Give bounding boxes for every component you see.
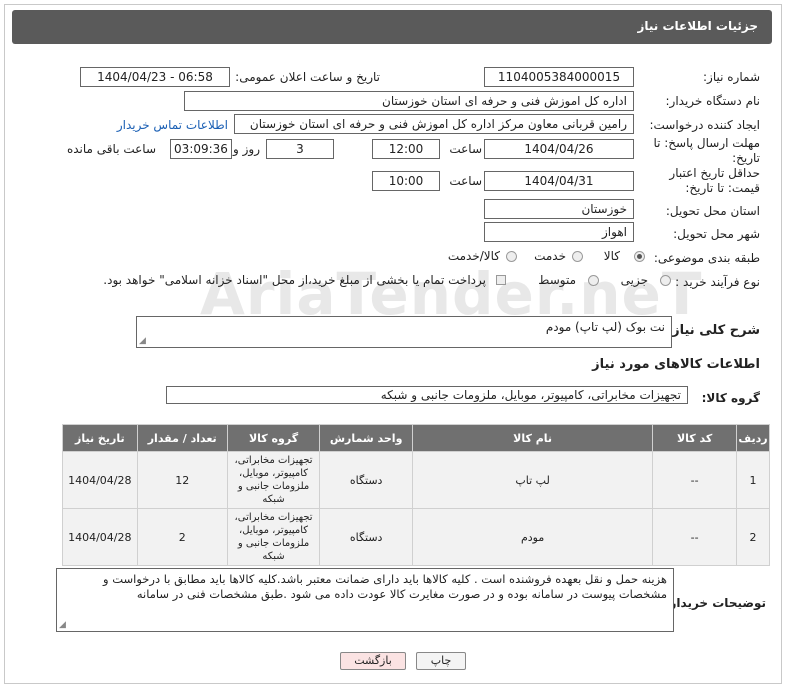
category-option-goods: کالا <box>603 249 620 263</box>
remaining-time-field: 03:09:36 <box>170 139 232 159</box>
col-code: کد کالا <box>652 424 738 452</box>
goods-info-title: اطلاعات کالاهای مورد نیاز <box>592 357 760 372</box>
price-valid-time-label: ساعت <box>449 174 482 188</box>
province-label: استان محل تحویل: <box>665 204 760 218</box>
category-radio-goods-service[interactable] <box>506 251 517 262</box>
buyer-notes-label: توضیحات خریدار: <box>664 596 766 610</box>
resize-handle-icon: ◢ <box>59 620 66 630</box>
price-valid-label: حداقل تاریخ اعتبار قیمت: تا تاریخ: <box>669 166 760 195</box>
need-number-field: 1104005384000015 <box>484 67 634 87</box>
cell-row: 2 <box>736 508 770 566</box>
city-field: اهواز <box>484 222 634 242</box>
print-button[interactable]: چاپ <box>416 652 466 670</box>
col-unit: واحد شمارش <box>319 424 413 452</box>
cell-group: تجهیزات مخابراتی، کامپیوتر، موبایل، ملزو… <box>226 451 321 509</box>
col-group: گروه کالا <box>226 424 321 452</box>
cell-code: -- <box>652 508 738 566</box>
process-radio-minor[interactable] <box>660 275 671 286</box>
cell-group: تجهیزات مخابراتی، کامپیوتر، موبایل، ملزو… <box>226 508 321 566</box>
buyer-notes-field[interactable]: هزینه حمل و نقل بعهده فروشنده است . کلیه… <box>56 568 674 632</box>
category-radio-goods[interactable] <box>634 251 645 262</box>
description-label: شرح کلی نیاز: <box>666 323 760 338</box>
announce-field: 1404/04/23 - 06:58 <box>80 67 230 87</box>
buyer-field: اداره کل اموزش فنی و حرفه ای استان خوزست… <box>184 91 634 111</box>
goods-table-header: ردیف کد کالا نام کالا واحد شمارش گروه کا… <box>62 424 770 452</box>
cell-unit: دستگاه <box>319 451 413 509</box>
col-name: نام کالا <box>411 424 654 452</box>
cell-row: 1 <box>736 451 770 509</box>
resize-handle-icon: ◢ <box>139 336 146 346</box>
deadline-time-label: ساعت <box>449 142 482 156</box>
cell-date: 1404/04/28 <box>62 508 138 566</box>
table-row: 1 -- لپ تاپ دستگاه تجهیزات مخابراتی، کام… <box>62 451 770 509</box>
cell-qty: 2 <box>136 508 228 566</box>
days-label: روز و <box>233 142 260 156</box>
page-title: جزئیات اطلاعات نیاز <box>637 19 758 33</box>
process-label: نوع فرآیند خرید : <box>675 275 760 289</box>
category-radio-service[interactable] <box>572 251 583 262</box>
col-date: تاریخ نیاز <box>62 424 138 452</box>
contact-buyer-link[interactable]: اطلاعات تماس خریدار <box>117 118 228 132</box>
treasury-payment-checkbox[interactable] <box>496 275 506 285</box>
deadline-time-field: 12:00 <box>372 139 440 159</box>
creator-field: رامین قربانی معاون مرکز اداره کل اموزش ف… <box>234 114 634 134</box>
category-label: طبقه بندی موضوعی: <box>653 251 760 265</box>
goods-group-field: تجهیزات مخابراتی، کامپیوتر، موبایل، ملزو… <box>166 386 688 404</box>
announce-label: تاریخ و ساعت اعلان عمومی: <box>235 70 380 84</box>
col-row: ردیف <box>736 424 770 452</box>
table-row: 2 -- مودم دستگاه تجهیزات مخابراتی، کامپی… <box>62 508 770 566</box>
deadline-label: مهلت ارسال پاسخ: تا تاریخ: <box>653 136 760 165</box>
cell-qty: 12 <box>136 451 228 509</box>
days-field: 3 <box>266 139 334 159</box>
buyer-label: نام دستگاه خریدار: <box>665 94 761 108</box>
category-option-goods-service: کالا/خدمت <box>447 249 500 263</box>
remaining-label: ساعت باقی مانده <box>66 142 156 156</box>
creator-label: ایجاد کننده درخواست: <box>649 118 760 132</box>
description-field[interactable]: نت بوک (لپ تاپ) مودم <box>136 316 672 348</box>
process-radio-medium[interactable] <box>588 275 599 286</box>
col-qty: تعداد / مقدار <box>136 424 228 452</box>
treasury-payment-note: پرداخت تمام یا بخشی از مبلغ خرید،از محل … <box>103 273 486 287</box>
province-field: خوزستان <box>484 199 634 219</box>
cell-name: مودم <box>411 508 654 566</box>
page-header: جزئیات اطلاعات نیاز <box>12 10 772 44</box>
goods-table: ردیف کد کالا نام کالا واحد شمارش گروه کا… <box>62 424 770 566</box>
cell-name: لپ تاپ <box>411 451 654 509</box>
cell-code: -- <box>652 451 738 509</box>
cell-unit: دستگاه <box>319 508 413 566</box>
back-button[interactable]: بازگشت <box>340 652 406 670</box>
process-option-minor: جزیی <box>620 273 648 287</box>
goods-group-label: گروه کالا: <box>701 391 760 405</box>
need-number-label: شماره نیاز: <box>703 70 760 84</box>
deadline-date-field: 1404/04/26 <box>484 139 634 159</box>
category-option-service: خدمت <box>534 249 566 263</box>
price-valid-date-field: 1404/04/31 <box>484 171 634 191</box>
cell-date: 1404/04/28 <box>62 451 138 509</box>
city-label: شهر محل تحویل: <box>673 227 760 241</box>
process-option-medium: متوسط <box>538 273 576 287</box>
price-valid-time-field: 10:00 <box>372 171 440 191</box>
